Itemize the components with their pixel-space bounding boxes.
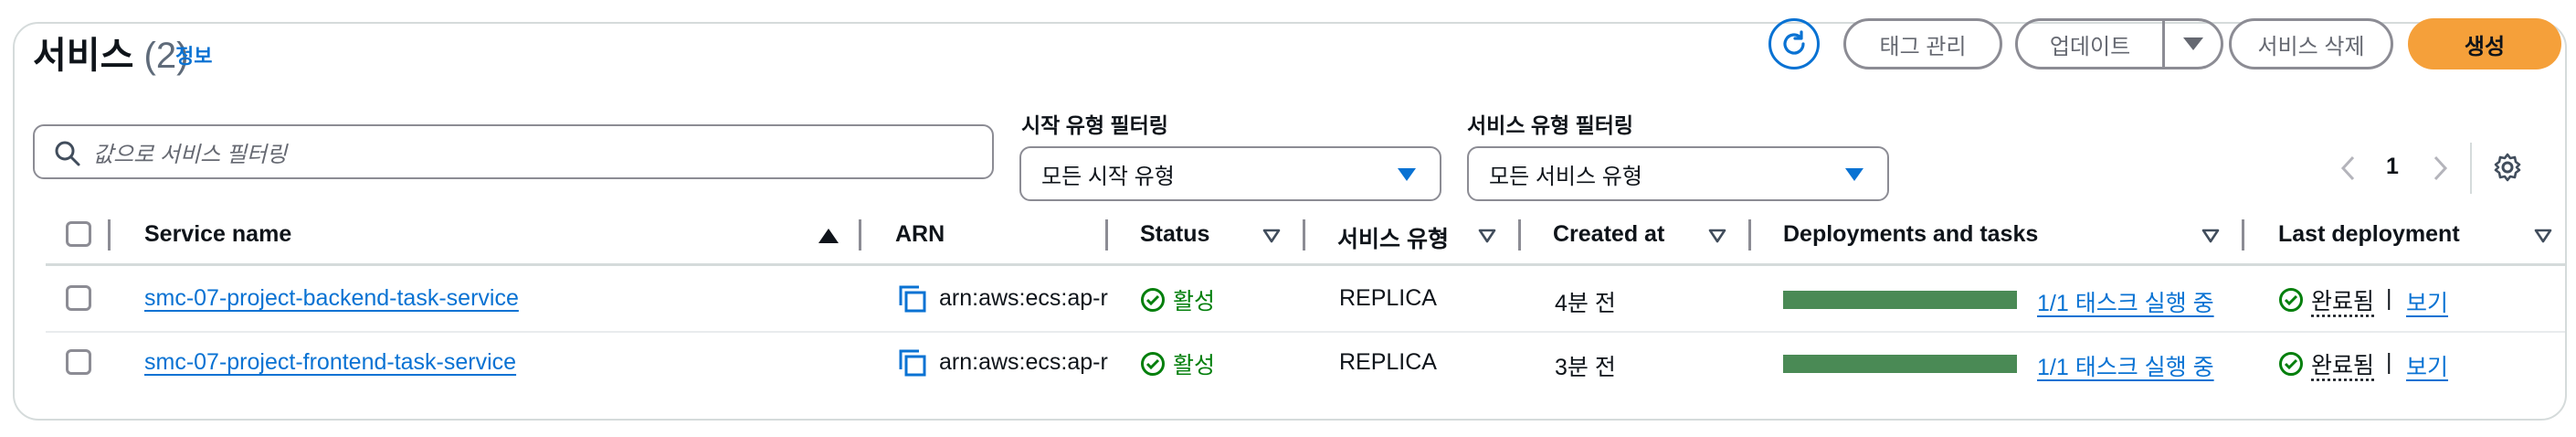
page-number[interactable]: 1 (2386, 154, 2399, 180)
created-at-value: 4분 전 (1555, 291, 1616, 316)
caret-down-icon (2182, 37, 2203, 50)
separator-pipe: | (2386, 285, 2392, 311)
copy-icon[interactable] (897, 283, 928, 314)
check-circle-icon (1141, 288, 1165, 312)
service-type-filter-label: 서비스 유형 필터링 (1467, 113, 1634, 137)
deployment-status-text[interactable]: 완료됨 (2311, 347, 2374, 380)
sort-icon[interactable] (1262, 229, 1281, 243)
update-button[interactable]: 업데이트 (2015, 18, 2165, 69)
column-separator (108, 219, 111, 250)
deployment-status-text[interactable]: 완료됨 (2311, 283, 2374, 316)
service-name-link[interactable]: smc-07-project-frontend-task-service (144, 349, 516, 376)
created-at-value: 3분 전 (1555, 355, 1616, 380)
column-header-status[interactable]: Status (1140, 221, 1209, 248)
status-badge: 활성 (1140, 347, 1215, 380)
copy-icon[interactable] (897, 347, 928, 378)
title-text: 서비스 (33, 36, 134, 76)
chevron-right-icon (2433, 155, 2448, 181)
service-type-value: REPLICA (1339, 285, 1437, 311)
check-circle-icon (2279, 288, 2303, 312)
next-page-button[interactable] (2426, 150, 2454, 187)
chevron-left-icon (2340, 155, 2355, 181)
update-dropdown-button[interactable] (2165, 18, 2223, 69)
service-type-select[interactable]: 모든 서비스 유형 (1467, 146, 1889, 201)
column-header-arn[interactable]: ARN (895, 221, 945, 248)
sort-icon[interactable] (1708, 229, 1726, 243)
pager-divider (2470, 143, 2472, 194)
service-type-value: REPLICA (1339, 349, 1437, 375)
arn-value: arn:aws:ecs:ap-r (939, 285, 1108, 311)
caret-down-icon (1398, 168, 1416, 181)
column-header-service-type[interactable]: 서비스 유형 (1337, 221, 1449, 254)
check-circle-icon (2279, 352, 2303, 376)
search-placeholder: 값으로 서비스 필터링 (93, 142, 288, 167)
view-deployment-link[interactable]: 보기 (2406, 285, 2448, 318)
view-deployment-link[interactable]: 보기 (2406, 349, 2448, 382)
column-header-service-name[interactable]: Service name (144, 221, 291, 248)
tasks-running-link[interactable]: 1/1 태스크 실행 중 (2037, 285, 2214, 318)
info-link[interactable]: 정보 (175, 40, 212, 69)
deployment-status: 완료됨 (2278, 347, 2374, 380)
tasks-progress-bar (1783, 291, 2017, 309)
manage-tags-button[interactable]: 태그 관리 (1843, 18, 2002, 69)
row-divider (46, 331, 2565, 333)
row-checkbox[interactable] (66, 349, 91, 375)
tasks-progress-bar (1783, 355, 2017, 373)
column-separator[interactable] (1518, 219, 1521, 250)
row-checkbox[interactable] (66, 285, 91, 311)
separator-pipe: | (2386, 349, 2392, 375)
service-type-value: 모든 서비스 유형 (1489, 164, 1642, 189)
previous-page-button[interactable] (2335, 150, 2362, 187)
search-input[interactable]: 값으로 서비스 필터링 (33, 124, 994, 179)
sort-icon[interactable] (1478, 229, 1496, 243)
column-separator[interactable] (1748, 219, 1751, 250)
caret-down-icon (1845, 168, 1863, 181)
page-title: 서비스 (2) (33, 26, 188, 79)
launch-type-value: 모든 시작 유형 (1041, 164, 1175, 189)
status-text: 활성 (1173, 353, 1216, 378)
select-all-checkbox[interactable] (66, 221, 91, 247)
sort-icon[interactable] (2201, 229, 2220, 243)
deployment-status: 완료됨 (2278, 283, 2374, 316)
column-header-deployments[interactable]: Deployments and tasks (1783, 221, 2038, 248)
search-icon (55, 141, 80, 166)
column-separator[interactable] (859, 219, 861, 250)
launch-type-filter-label: 시작 유형 필터링 (1021, 113, 1168, 137)
sort-icon[interactable] (2534, 229, 2552, 243)
table-header-divider (46, 263, 2565, 266)
refresh-icon (1783, 30, 1805, 55)
column-separator[interactable] (1303, 219, 1305, 250)
status-text: 활성 (1173, 289, 1216, 314)
service-name-link[interactable]: smc-07-project-backend-task-service (144, 285, 519, 312)
sort-ascending-icon[interactable] (818, 229, 839, 243)
refresh-button[interactable] (1768, 18, 1820, 69)
check-circle-icon (1141, 352, 1165, 376)
preferences-button[interactable] (2492, 152, 2523, 187)
launch-type-select[interactable]: 모든 시작 유형 (1019, 146, 1441, 201)
tasks-running-link[interactable]: 1/1 태스크 실행 중 (2037, 349, 2214, 382)
column-header-created-at[interactable]: Created at (1553, 221, 1664, 248)
status-badge: 활성 (1140, 283, 1215, 316)
column-separator[interactable] (2242, 219, 2244, 250)
arn-value: arn:aws:ecs:ap-r (939, 349, 1108, 375)
delete-service-button[interactable]: 서비스 삭제 (2229, 18, 2393, 69)
column-separator[interactable] (1105, 219, 1108, 250)
create-button[interactable]: 생성 (2408, 18, 2561, 69)
column-header-last-deployment[interactable]: Last deployment (2278, 221, 2460, 248)
gear-icon (2494, 153, 2521, 182)
